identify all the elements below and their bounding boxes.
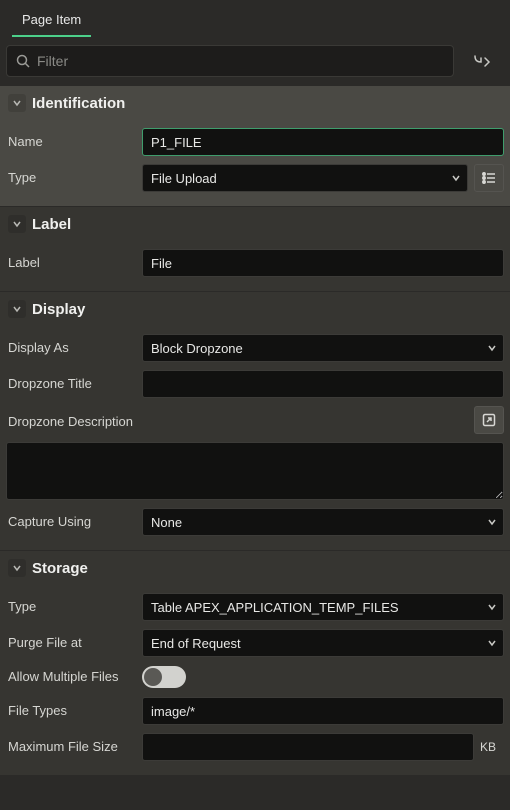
tab-page-item[interactable]: Page Item bbox=[12, 6, 91, 37]
expand-textarea-button[interactable] bbox=[474, 406, 504, 434]
select-value: Table APEX_APPLICATION_TEMP_FILES bbox=[151, 600, 399, 615]
max-file-size-input[interactable] bbox=[142, 733, 474, 761]
label-type: Type bbox=[6, 170, 134, 186]
chevron-down-icon bbox=[487, 638, 497, 648]
label-input[interactable] bbox=[142, 249, 504, 277]
file-types-input[interactable] bbox=[142, 697, 504, 725]
section-title: Display bbox=[32, 301, 85, 318]
select-value: Block Dropzone bbox=[151, 341, 243, 356]
label-allow-multiple: Allow Multiple Files bbox=[6, 669, 134, 685]
section-title: Identification bbox=[32, 95, 125, 112]
section-header-label[interactable]: Label bbox=[0, 207, 510, 241]
filter-box[interactable] bbox=[6, 45, 454, 77]
label-display-as: Display As bbox=[6, 340, 134, 356]
section-display: Display Display As Block Dropzone Dropzo… bbox=[0, 291, 510, 550]
dropzone-title-input[interactable] bbox=[142, 370, 504, 398]
property-panels: Identification Name Type File Upload bbox=[0, 85, 510, 775]
chevron-down-icon bbox=[8, 94, 26, 112]
capture-using-select[interactable]: None bbox=[142, 508, 504, 536]
label-dropzone-title: Dropzone Title bbox=[6, 376, 134, 392]
name-input[interactable] bbox=[142, 128, 504, 156]
label-storage-type: Type bbox=[6, 599, 134, 615]
chevron-down-icon bbox=[487, 602, 497, 612]
label-label: Label bbox=[6, 255, 134, 271]
label-file-types: File Types bbox=[6, 703, 134, 719]
display-as-select[interactable]: Block Dropzone bbox=[142, 334, 504, 362]
section-title: Storage bbox=[32, 560, 88, 577]
filter-input[interactable] bbox=[37, 53, 445, 69]
section-label: Label Label bbox=[0, 206, 510, 291]
label-dropzone-description: Dropzone Description bbox=[6, 414, 134, 430]
chevron-down-icon bbox=[8, 215, 26, 233]
storage-type-select[interactable]: Table APEX_APPLICATION_TEMP_FILES bbox=[142, 593, 504, 621]
dropzone-description-textarea[interactable] bbox=[6, 442, 504, 500]
section-header-identification[interactable]: Identification bbox=[0, 86, 510, 120]
select-value: File Upload bbox=[151, 171, 217, 186]
purge-file-at-select[interactable]: End of Request bbox=[142, 629, 504, 657]
section-identification: Identification Name Type File Upload bbox=[0, 85, 510, 206]
label-max-file-size: Maximum File Size bbox=[6, 739, 134, 755]
chevron-down-icon bbox=[451, 173, 461, 183]
tab-row: Page Item bbox=[0, 0, 510, 37]
type-select[interactable]: File Upload bbox=[142, 164, 468, 192]
chevron-down-icon bbox=[8, 559, 26, 577]
max-file-size-unit: KB bbox=[480, 740, 504, 754]
goto-group-button[interactable] bbox=[460, 45, 504, 77]
chevron-down-icon bbox=[487, 517, 497, 527]
allow-multiple-toggle[interactable] bbox=[142, 666, 186, 688]
label-name: Name bbox=[6, 134, 134, 150]
item-type-options-button[interactable] bbox=[474, 164, 504, 192]
chevron-down-icon bbox=[487, 343, 497, 353]
select-value: None bbox=[151, 515, 182, 530]
search-icon bbox=[15, 53, 31, 69]
filter-row bbox=[0, 37, 510, 85]
label-purge-file-at: Purge File at bbox=[6, 635, 134, 651]
section-header-storage[interactable]: Storage bbox=[0, 551, 510, 585]
section-storage: Storage Type Table APEX_APPLICATION_TEMP… bbox=[0, 550, 510, 775]
chevron-down-icon bbox=[8, 300, 26, 318]
toggle-knob bbox=[144, 668, 162, 686]
section-header-display[interactable]: Display bbox=[0, 292, 510, 326]
section-title: Label bbox=[32, 216, 71, 233]
select-value: End of Request bbox=[151, 636, 241, 651]
label-capture-using: Capture Using bbox=[6, 514, 134, 530]
